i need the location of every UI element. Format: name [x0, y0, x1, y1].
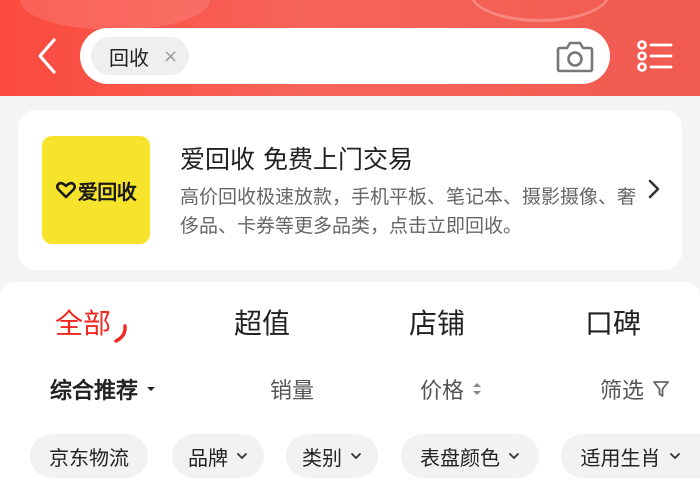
header-bar: 回收 × — [0, 0, 700, 96]
list-icon — [637, 40, 673, 72]
filter-button[interactable]: 筛选 — [600, 373, 670, 405]
chip-label: 品牌 — [188, 445, 228, 470]
results-panel: 全部 超值 店铺 口碑 综合推荐 销量 价格 筛选 京东物流 品牌 类别 表盘颜… — [0, 282, 700, 490]
heart-icon — [55, 181, 76, 199]
chip-dial-color[interactable]: 表盘颜色 — [401, 434, 539, 478]
chevron-down-icon — [237, 453, 247, 459]
header-decoration — [20, 0, 210, 30]
sort-sales[interactable]: 销量 — [270, 373, 314, 405]
chip-brand[interactable]: 品牌 — [172, 434, 264, 478]
chip-category[interactable]: 类别 — [286, 434, 378, 478]
camera-search-button[interactable] — [554, 36, 596, 76]
chip-jd-logistics[interactable]: 京东物流 — [30, 434, 148, 478]
header-decoration-ring — [470, 0, 610, 22]
funnel-icon — [653, 381, 669, 397]
sort-price-label: 价格 — [420, 379, 465, 404]
chevron-down-icon — [351, 453, 361, 459]
aihuishou-logo: 爱回收 — [42, 136, 150, 244]
sort-arrows-icon — [473, 383, 482, 395]
caret-down-icon — [147, 387, 156, 391]
tab-all[interactable]: 全部 — [55, 302, 111, 342]
search-keyword-chip[interactable]: 回收 × — [91, 37, 189, 75]
logo-text: 爱回收 — [77, 179, 137, 204]
sort-comprehensive[interactable]: 综合推荐 — [50, 373, 156, 405]
list-menu-button[interactable] — [636, 38, 674, 74]
tab-active-indicator — [114, 324, 127, 343]
clear-keyword-icon[interactable]: × — [163, 46, 178, 67]
chip-zodiac[interactable]: 适用生肖 — [561, 434, 700, 478]
chip-label: 京东物流 — [49, 445, 129, 470]
camera-icon — [556, 41, 594, 73]
chip-label: 表盘颜色 — [420, 445, 500, 470]
promo-title: 爱回收 免费上门交易 — [180, 145, 413, 174]
chevron-down-icon — [509, 453, 519, 459]
chevron-down-icon — [669, 453, 680, 459]
search-input[interactable]: 回收 × — [80, 28, 610, 84]
tab-shops[interactable]: 店铺 — [409, 302, 465, 342]
sort-price[interactable]: 价格 — [420, 373, 482, 405]
filter-label: 筛选 — [600, 379, 645, 404]
chevron-left-icon — [38, 38, 56, 74]
chip-label: 类别 — [302, 445, 342, 470]
recycle-promo-card[interactable]: 爱回收 爱回收 免费上门交易 高价回收极速放款，手机平板、笔记本、摄影摄像、奢侈… — [18, 110, 682, 270]
tab-reviews[interactable]: 口碑 — [585, 302, 641, 342]
sort-comprehensive-label: 综合推荐 — [50, 379, 139, 404]
chip-label: 适用生肖 — [580, 445, 661, 470]
search-keyword-label: 回收 — [109, 45, 149, 70]
back-button[interactable] — [30, 36, 64, 76]
chevron-right-icon[interactable] — [644, 176, 664, 202]
promo-description: 高价回收极速放款，手机平板、笔记本、摄影摄像、奢侈品、卡券等更多品类，点击立即回… — [180, 186, 637, 237]
tab-value[interactable]: 超值 — [234, 302, 290, 342]
